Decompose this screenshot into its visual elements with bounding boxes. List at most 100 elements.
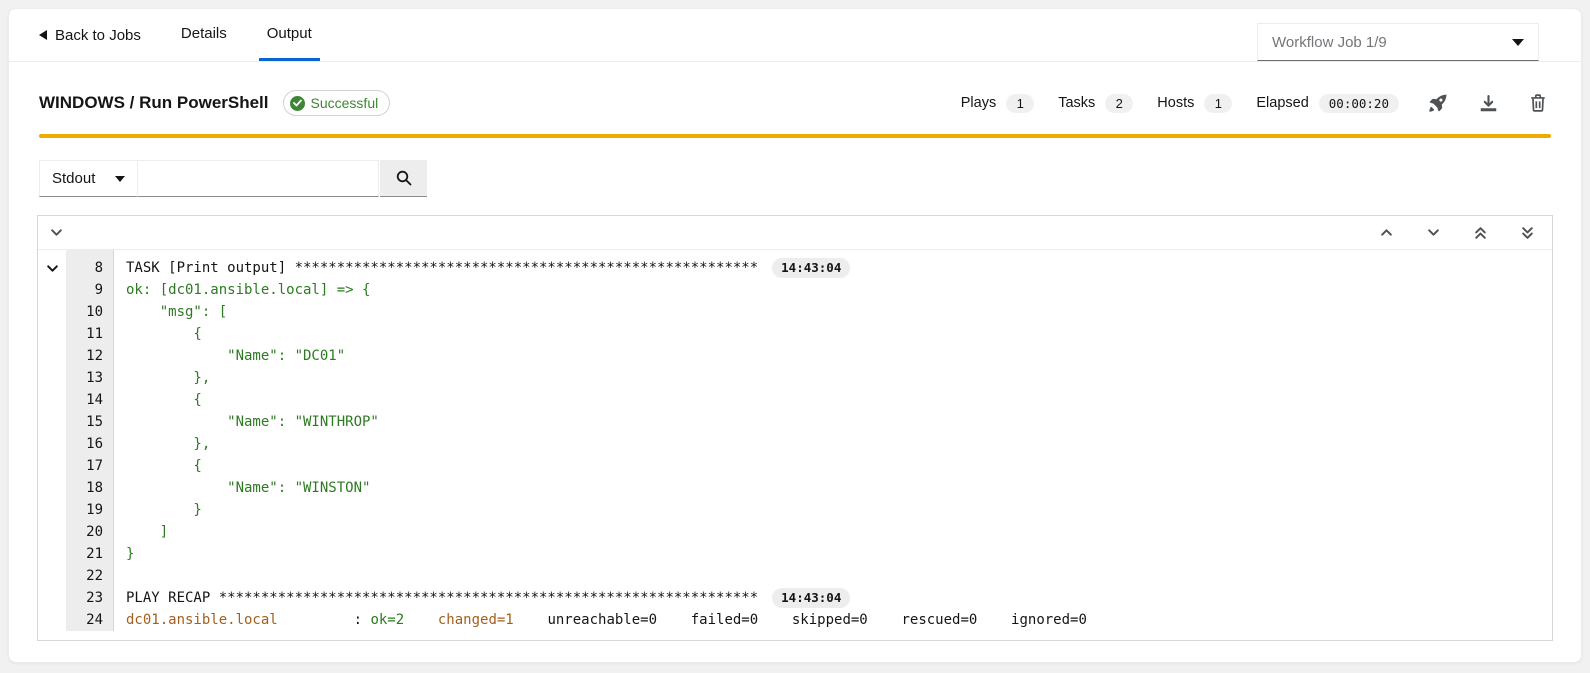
double-chevron-down-icon[interactable] bbox=[1521, 226, 1534, 240]
line-content: "Name": "WINTHROP" bbox=[114, 411, 379, 433]
console-text-segment: { bbox=[126, 326, 202, 342]
line-expand-cell bbox=[38, 323, 66, 345]
console-text-segment: { bbox=[126, 458, 202, 474]
console-text-segment: }, bbox=[126, 370, 210, 386]
line-number: 21 bbox=[66, 543, 114, 565]
stat-label: Tasks bbox=[1058, 95, 1095, 111]
relaunch-rocket-icon[interactable] bbox=[1429, 94, 1447, 112]
console-line: 16 }, bbox=[38, 433, 1552, 455]
line-content bbox=[114, 250, 126, 257]
chevron-up-icon[interactable] bbox=[1380, 226, 1393, 239]
tab-details-label: Details bbox=[181, 25, 227, 42]
chevron-down-icon bbox=[1512, 39, 1524, 46]
line-expand-cell bbox=[38, 250, 66, 257]
line-number: 17 bbox=[66, 455, 114, 477]
line-expand-cell bbox=[38, 543, 66, 565]
stat-label: Plays bbox=[961, 95, 996, 111]
workflow-job-select[interactable]: Workflow Job 1/9 bbox=[1257, 23, 1539, 61]
console-text-segment: "Name": "WINSTON" bbox=[126, 480, 370, 496]
console-text-segment: unreachable=0 failed=0 skipped=0 rescued… bbox=[514, 612, 1087, 628]
back-to-jobs-label: Back to Jobs bbox=[55, 27, 141, 44]
line-content: { bbox=[114, 323, 202, 345]
console-line: 19 } bbox=[38, 499, 1552, 521]
search-row: Stdout bbox=[39, 160, 1551, 197]
line-number: 10 bbox=[66, 301, 114, 323]
page-title: WINDOWS / Run PowerShell bbox=[39, 93, 269, 113]
console-text-segment: ] bbox=[126, 524, 168, 540]
console-text-segment: dc01.ansible.local bbox=[126, 612, 278, 628]
double-chevron-up-icon[interactable] bbox=[1474, 226, 1487, 240]
console-text-segment: PLAY RECAP *****************************… bbox=[126, 590, 758, 606]
line-content: }, bbox=[114, 433, 210, 455]
timestamp-badge: 14:43:04 bbox=[772, 588, 850, 608]
console-text-segment: TASK [Print output] ********************… bbox=[126, 260, 758, 276]
console-text-segment: ok: [dc01.ansible.local] => { bbox=[126, 282, 370, 298]
chevron-down-icon bbox=[115, 176, 125, 182]
console-line: 14 { bbox=[38, 389, 1552, 411]
line-content: { bbox=[114, 389, 202, 411]
line-number: 24 bbox=[66, 609, 114, 631]
console-text-segment: }, bbox=[126, 436, 210, 452]
console-text-segment: ok=2 bbox=[370, 612, 404, 628]
workflow-job-select-value: Workflow Job 1/9 bbox=[1272, 34, 1387, 51]
back-arrow-icon bbox=[39, 30, 47, 40]
stat-tasks: Tasks2 bbox=[1058, 94, 1133, 113]
stat-value-badge: 1 bbox=[1204, 94, 1232, 113]
line-number: 22 bbox=[66, 565, 114, 587]
search-input[interactable] bbox=[138, 160, 379, 197]
console-line: 17 { bbox=[38, 455, 1552, 477]
tabs-row: Back to Jobs Details Output Workflow Job… bbox=[9, 9, 1581, 62]
line-number: 7 bbox=[66, 250, 114, 257]
title-row: WINDOWS / Run PowerShell Successful Play… bbox=[9, 88, 1581, 118]
chevron-down-icon[interactable] bbox=[1427, 226, 1440, 239]
console-line: 23PLAY RECAP ***************************… bbox=[38, 587, 1552, 609]
console-lines: 78TASK [Print output] ******************… bbox=[38, 250, 1552, 640]
console-text-segment: } bbox=[126, 502, 202, 518]
stat-value-badge: 1 bbox=[1006, 94, 1034, 113]
stdout-filter-dropdown[interactable]: Stdout bbox=[39, 160, 138, 197]
line-expand-cell bbox=[38, 455, 66, 477]
line-content: TASK [Print output] ********************… bbox=[114, 257, 850, 279]
download-icon[interactable] bbox=[1479, 94, 1497, 112]
line-number: 12 bbox=[66, 345, 114, 367]
stat-label: Hosts bbox=[1157, 95, 1194, 111]
console-line: 18 "Name": "WINSTON" bbox=[38, 477, 1552, 499]
console-line: 11 { bbox=[38, 323, 1552, 345]
tab-details[interactable]: Details bbox=[173, 9, 235, 61]
line-content: }, bbox=[114, 367, 210, 389]
console-line: 24dc01.ansible.local : ok=2 changed=1 un… bbox=[38, 609, 1552, 631]
line-number: 19 bbox=[66, 499, 114, 521]
output-toolbar bbox=[38, 216, 1552, 250]
line-expand-cell bbox=[38, 367, 66, 389]
back-to-jobs-link[interactable]: Back to Jobs bbox=[39, 9, 141, 61]
line-expand-cell bbox=[38, 279, 66, 301]
line-content: } bbox=[114, 499, 202, 521]
line-expand-cell bbox=[38, 433, 66, 455]
line-number: 13 bbox=[66, 367, 114, 389]
line-number: 18 bbox=[66, 477, 114, 499]
search-button[interactable] bbox=[380, 160, 427, 197]
stat-elapsed: Elapsed00:00:20 bbox=[1256, 94, 1399, 113]
console-line: 13 }, bbox=[38, 367, 1552, 389]
job-output-page: Back to Jobs Details Output Workflow Job… bbox=[8, 8, 1582, 663]
line-expand-cell bbox=[38, 389, 66, 411]
delete-trash-icon[interactable] bbox=[1529, 94, 1547, 112]
job-status-bar bbox=[39, 134, 1551, 138]
line-expand-chevron-icon[interactable] bbox=[38, 257, 66, 279]
console-line: 22 bbox=[38, 565, 1552, 587]
job-stats: Plays 1 Tasks2 Hosts 1 Elapsed00:00:20 bbox=[961, 94, 1399, 113]
line-content: ok: [dc01.ansible.local] => { bbox=[114, 279, 370, 301]
status-badge: Successful bbox=[283, 90, 391, 116]
expand-collapse-all-chevron-icon[interactable] bbox=[50, 226, 63, 239]
console-line: 12 "Name": "DC01" bbox=[38, 345, 1552, 367]
tab-output[interactable]: Output bbox=[259, 9, 320, 61]
stat-label: Elapsed bbox=[1256, 95, 1308, 111]
line-content: PLAY RECAP *****************************… bbox=[114, 587, 850, 609]
console-text-segment: : bbox=[278, 612, 371, 628]
console-text-segment: "msg": [ bbox=[126, 304, 227, 320]
header-actions bbox=[1429, 94, 1547, 112]
line-expand-cell bbox=[38, 609, 66, 631]
line-expand-cell bbox=[38, 301, 66, 323]
success-check-icon bbox=[290, 96, 305, 111]
line-number: 11 bbox=[66, 323, 114, 345]
